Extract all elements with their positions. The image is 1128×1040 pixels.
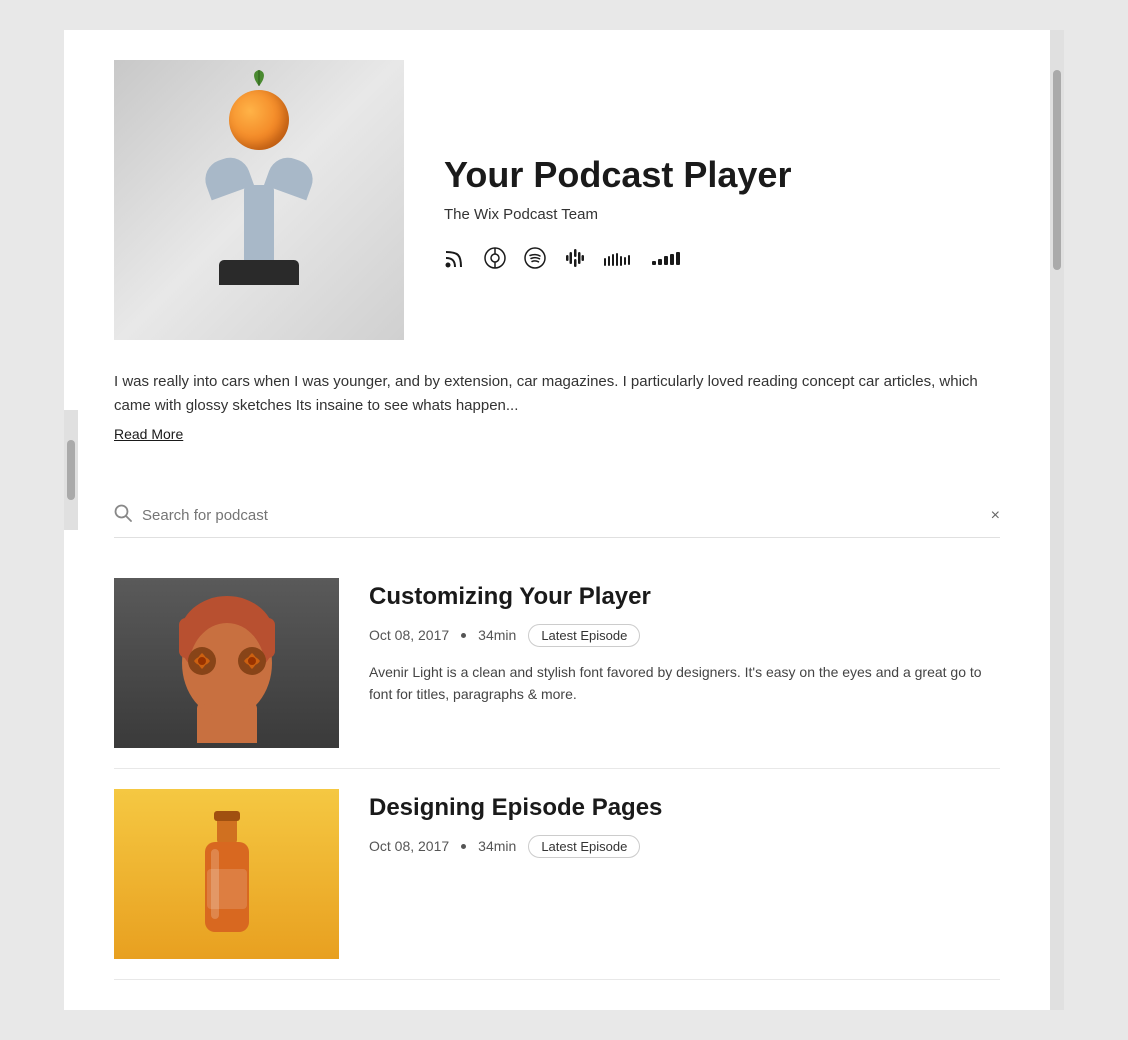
episode-title-1: Customizing Your Player <box>369 583 1000 612</box>
page-container: Your Podcast Player The Wix Podcast Team <box>64 30 1064 1010</box>
spotify-icon[interactable] <box>524 247 546 275</box>
episode-meta-2: Oct 08, 2017 34min Latest Episode <box>369 835 1000 858</box>
episode-image-1 <box>114 578 339 748</box>
episode-duration-1: 34min <box>478 627 516 643</box>
episode-date-1: Oct 08, 2017 <box>369 627 449 643</box>
episode-item-1: Customizing Your Player Oct 08, 2017 34m… <box>114 558 1000 769</box>
y-shape <box>199 150 319 260</box>
episode-content-2: Designing Episode Pages Oct 08, 2017 34m… <box>369 789 1000 872</box>
episode-dot-2 <box>461 844 466 849</box>
podcast-icons <box>444 247 1000 275</box>
main-content: Your Podcast Player The Wix Podcast Team <box>64 30 1050 1010</box>
episode-date-2: Oct 08, 2017 <box>369 838 449 854</box>
description-section: I was really into cars when I was younge… <box>114 370 1000 464</box>
episode-dot-1 <box>461 633 466 638</box>
episode2-illustration <box>187 809 267 949</box>
hero-section: Your Podcast Player The Wix Podcast Team <box>114 60 1000 340</box>
hero-image-placeholder <box>114 60 404 340</box>
episode-badge-1: Latest Episode <box>528 624 640 647</box>
description-text: I was really into cars when I was younge… <box>114 370 1000 418</box>
podcast-author: The Wix Podcast Team <box>444 206 1000 223</box>
right-scrollbar[interactable] <box>1050 30 1064 1010</box>
hero-text: Your Podcast Player The Wix Podcast Team <box>444 60 1000 340</box>
rss-icon[interactable] <box>444 247 466 275</box>
close-icon[interactable]: × <box>991 507 1000 525</box>
podcast-title: Your Podcast Player <box>444 155 1000 195</box>
episode-img-placeholder-2 <box>114 789 339 959</box>
episode-image-2 <box>114 789 339 959</box>
left-scrollbar[interactable] <box>64 410 78 530</box>
episode-duration-2: 34min <box>478 838 516 854</box>
y-base <box>219 260 299 285</box>
search-icon <box>114 504 132 527</box>
episode-img-placeholder-1 <box>114 578 339 748</box>
episode-badge-2: Latest Episode <box>528 835 640 858</box>
episodes-list: Customizing Your Player Oct 08, 2017 34m… <box>114 558 1000 980</box>
google-podcasts-icon[interactable] <box>564 247 586 275</box>
episode1-illustration <box>147 583 307 743</box>
search-bar: × <box>114 494 1000 538</box>
orange-fruit <box>229 90 289 150</box>
episode-item-2: Designing Episode Pages Oct 08, 2017 34m… <box>114 769 1000 980</box>
episode-meta-1: Oct 08, 2017 34min Latest Episode <box>369 624 1000 647</box>
orange-leaf-svg <box>249 68 269 88</box>
episode-title-2: Designing Episode Pages <box>369 794 1000 823</box>
hero-image <box>114 60 404 340</box>
deezer-icon[interactable] <box>652 247 682 275</box>
soundcloud-icon[interactable] <box>604 247 634 275</box>
podcast-illustration <box>179 80 339 320</box>
episode-content-1: Customizing Your Player Oct 08, 2017 34m… <box>369 578 1000 706</box>
read-more-link[interactable]: Read More <box>114 426 183 442</box>
apple-podcasts-icon[interactable] <box>484 247 506 275</box>
episode-description-1: Avenir Light is a clean and stylish font… <box>369 661 1000 706</box>
search-input[interactable] <box>142 507 991 524</box>
